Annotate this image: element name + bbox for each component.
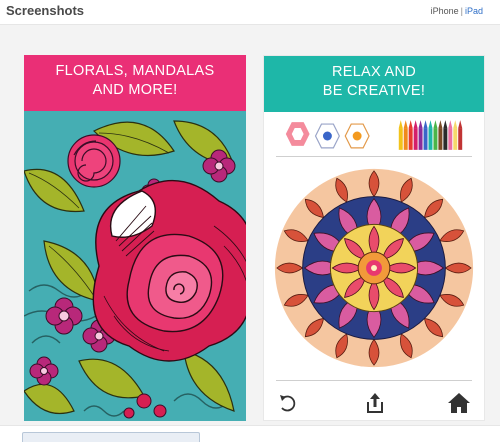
- device-switch: iPhone | iPad: [431, 6, 483, 16]
- orange-color-swatch: [344, 123, 370, 149]
- banner-line: BE CREATIVE!: [322, 83, 426, 99]
- color-pencils-icon: [398, 120, 463, 150]
- section-title: Screenshots: [6, 3, 85, 18]
- toolbar-divider: [276, 380, 472, 381]
- device-option-ipad[interactable]: iPad: [465, 6, 483, 16]
- screenshot-gallery[interactable]: FLORALS, MANDALAS AND MORE! RELAX AND BE…: [0, 24, 500, 426]
- screenshot-banner: FLORALS, MANDALAS AND MORE!: [24, 55, 246, 111]
- app-store-page: Screenshots iPhone | iPad FLORALS, MANDALA…: [0, 0, 500, 442]
- palette-divider: [276, 156, 472, 157]
- screenshot-relax[interactable]: RELAX AND BE CREATIVE!: [263, 55, 485, 421]
- screenshot-banner: RELAX AND BE CREATIVE!: [264, 56, 484, 112]
- drawing-toolbar: [264, 382, 484, 420]
- banner-line: AND MORE!: [92, 82, 178, 98]
- device-option-iphone[interactable]: iPhone: [431, 6, 459, 16]
- screenshot-florals[interactable]: FLORALS, MANDALAS AND MORE!: [24, 55, 246, 421]
- share-icon[interactable]: [362, 390, 388, 416]
- banner-line: RELAX AND: [331, 64, 417, 80]
- undo-icon[interactable]: [274, 390, 300, 416]
- floral-artwork: [24, 111, 246, 421]
- color-palette: [285, 120, 463, 150]
- banner-line: FLORALS, MANDALAS: [55, 63, 215, 79]
- screenshots-header: Screenshots iPhone | iPad: [0, 0, 500, 22]
- blue-color-swatch: [314, 123, 340, 149]
- mandala-artwork: [274, 168, 474, 368]
- device-tab-indicator[interactable]: [22, 432, 200, 442]
- eraser-icon: [285, 122, 310, 146]
- home-icon[interactable]: [446, 390, 472, 416]
